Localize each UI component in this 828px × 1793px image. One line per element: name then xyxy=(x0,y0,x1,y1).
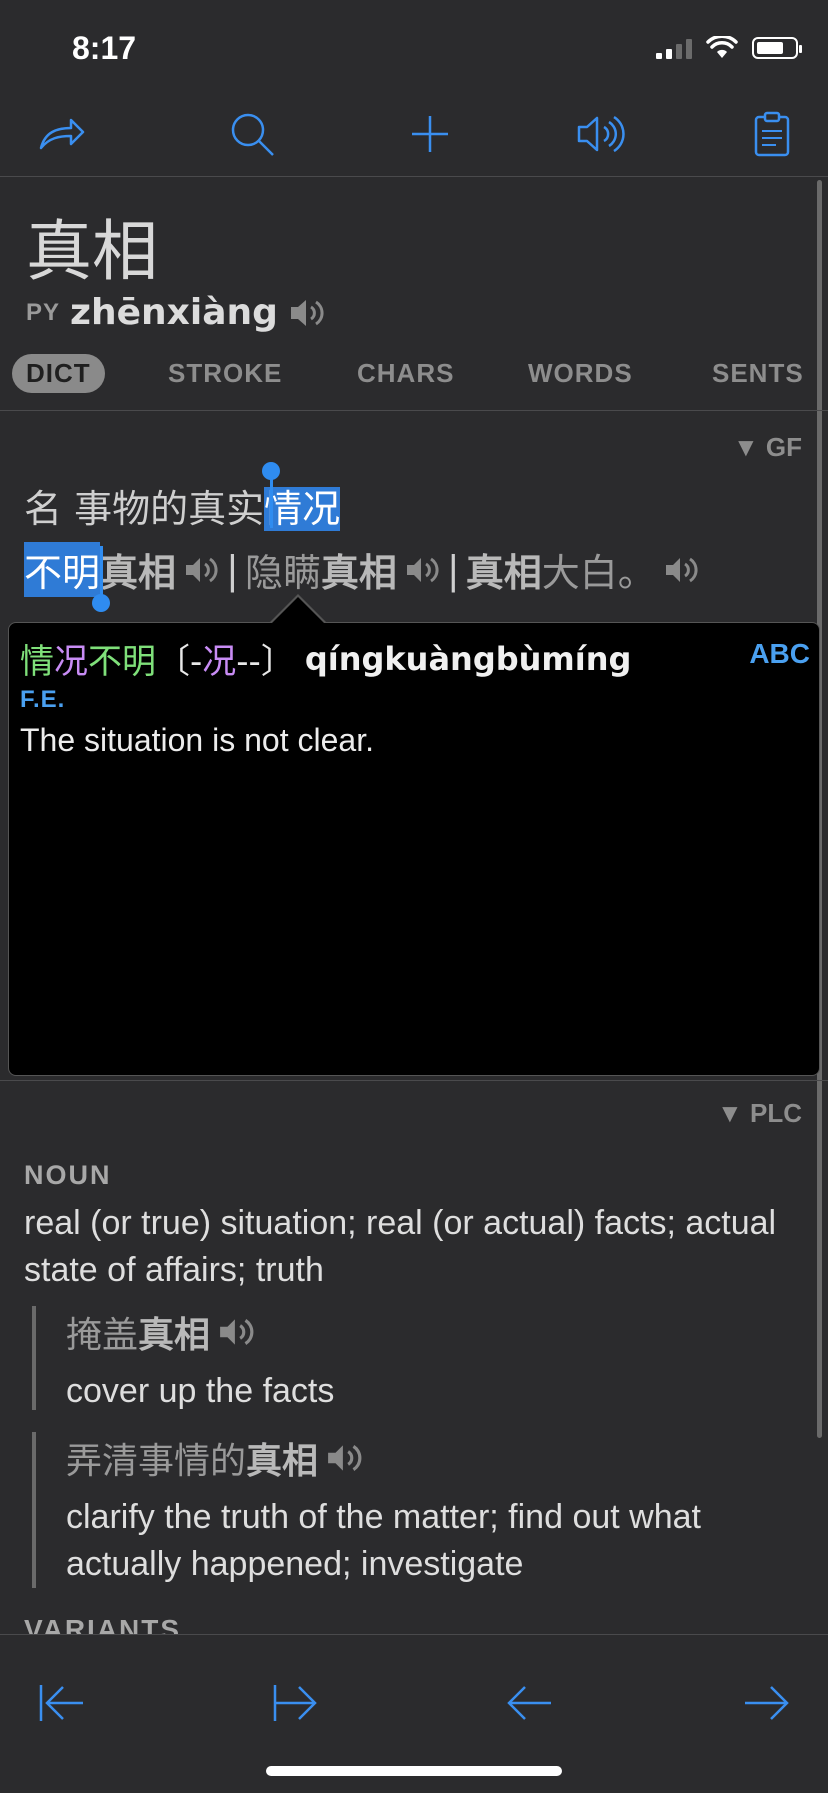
example-1-chinese: 掩盖 真相 xyxy=(66,1306,806,1358)
popup-caret-inner xyxy=(272,597,324,623)
popup-char-1: 情 xyxy=(20,642,54,682)
lookup-popup[interactable] xyxy=(8,622,820,1076)
plc-definition: real (or true) situation; real (or actua… xyxy=(24,1204,777,1289)
top-toolbar xyxy=(0,90,828,176)
selection-start-bar xyxy=(270,478,273,528)
selected-text-2[interactable]: 不明 xyxy=(24,542,101,597)
example-2-chinese: 弄清事情的 真相 xyxy=(66,1432,806,1484)
separator: | xyxy=(226,547,239,592)
battery-icon xyxy=(752,37,802,59)
gf-example-line: 不明 真相 | 隐瞒 真相 | 真相 大白。 xyxy=(24,542,700,597)
clipboard-icon[interactable] xyxy=(742,104,802,164)
toolbar-divider xyxy=(0,176,828,177)
forward-arrow-icon[interactable] xyxy=(736,1673,796,1733)
first-page-icon[interactable] xyxy=(32,1673,92,1733)
back-arrow-icon[interactable] xyxy=(500,1673,560,1733)
popup-source-label: F.E. xyxy=(20,686,66,713)
tab-stroke[interactable]: STROKE xyxy=(168,358,282,389)
part-of-speech: NOUN xyxy=(24,1160,112,1190)
popup-char-2: 况 xyxy=(54,642,88,682)
search-icon[interactable] xyxy=(222,104,282,164)
pinyin-text: zhēnxiàng xyxy=(70,292,278,333)
gf-definition-line1: 名 事物的真实情况 xyxy=(24,478,341,533)
wifi-icon xyxy=(706,36,738,58)
example-2-text: 弄清事情的 xyxy=(66,1441,247,1482)
popup-trad-char: 况 xyxy=(202,642,237,682)
gf-definition-text: 名 事物的真实 xyxy=(24,487,265,531)
gf-source-toggle[interactable]: ▼ GF xyxy=(733,432,802,463)
tab-chars[interactable]: CHARS xyxy=(357,358,454,389)
gf-example-bold-3: 真相 xyxy=(465,551,542,595)
popup-trad-close: --〕 xyxy=(236,642,295,682)
tab-sents[interactable]: SENTS xyxy=(712,358,804,389)
example-2-bold: 真相 xyxy=(246,1441,319,1482)
example-1-english: cover up the facts xyxy=(66,1372,335,1410)
example-2-english: clarify the truth of the matter; find ou… xyxy=(66,1498,701,1583)
separator-2: | xyxy=(446,547,460,592)
selection-end-handle[interactable] xyxy=(92,594,110,612)
tab-dict[interactable]: DICT xyxy=(12,354,105,393)
example-1-speaker-icon[interactable] xyxy=(218,1316,256,1348)
pinyin-speaker-icon[interactable] xyxy=(288,296,328,330)
gf-example-speaker-icon-3[interactable] xyxy=(664,555,700,585)
gf-example-bold-2: 真相 xyxy=(320,551,397,595)
pinyin-label: PY xyxy=(26,298,61,326)
gf-example-text-2: 隐瞒 xyxy=(244,551,321,595)
last-page-icon[interactable] xyxy=(266,1673,326,1733)
speaker-icon[interactable] xyxy=(570,104,630,164)
share-icon[interactable] xyxy=(32,104,92,164)
example-1-bold: 真相 xyxy=(138,1315,211,1356)
example-1: 掩盖 真相 cover up the facts xyxy=(32,1306,806,1410)
popup-definition: The situation is not clear. xyxy=(20,722,374,758)
home-indicator[interactable] xyxy=(266,1766,562,1776)
example-1-text: 掩盖 xyxy=(66,1315,139,1356)
gf-example-speaker-icon[interactable] xyxy=(184,555,220,585)
selection-end-bar xyxy=(100,546,103,598)
example-2-speaker-icon[interactable] xyxy=(326,1442,364,1474)
status-time: 8:17 xyxy=(72,30,137,66)
popup-char-3: 不明 xyxy=(88,642,156,682)
headword: 真相 xyxy=(26,213,158,290)
gf-example-text-3: 大白。 xyxy=(541,551,656,595)
add-icon[interactable] xyxy=(400,104,460,164)
pinyin-row: PY zhēnxiàng xyxy=(26,292,328,333)
popup-trad-open: 〔- xyxy=(156,642,203,682)
section-divider xyxy=(0,1080,828,1081)
example-2: 弄清事情的 真相 clarify the truth of the matter;… xyxy=(32,1432,806,1588)
cellular-signal-icon xyxy=(656,37,692,59)
tab-words[interactable]: WORDS xyxy=(528,358,633,389)
plc-source-toggle[interactable]: ▼ PLC xyxy=(717,1098,802,1129)
status-icons xyxy=(656,36,802,60)
tabs-divider xyxy=(0,410,828,411)
popup-pinyin: qíngkuàngbùmíng xyxy=(304,639,632,678)
gf-example-speaker-icon-2[interactable] xyxy=(405,555,441,585)
selected-text[interactable]: 情况 xyxy=(264,487,341,531)
popup-headword: 情况不明 〔- 况 --〕 qíngkuàngbùmíng xyxy=(20,634,631,683)
section-tabs: DICT STROKE CHARS WORDS SENTS xyxy=(0,354,828,404)
popup-source-abc[interactable]: ABC xyxy=(749,638,810,670)
gf-example-bold-1: 真相 xyxy=(100,551,177,595)
